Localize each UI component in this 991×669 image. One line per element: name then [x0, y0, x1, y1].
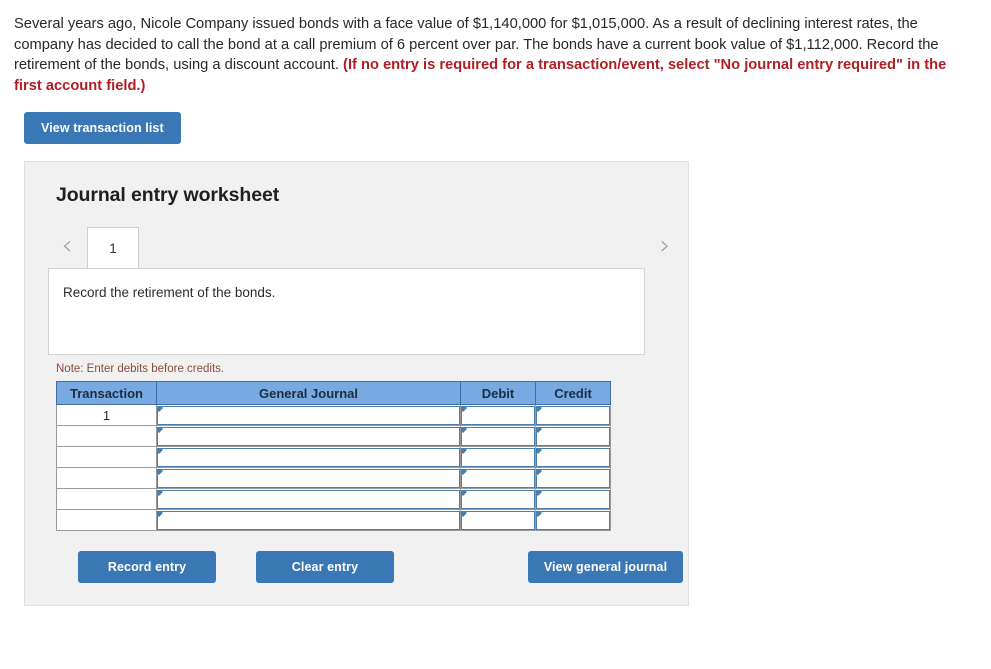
transaction-number-cell [56, 509, 157, 531]
debit-cell[interactable] [460, 488, 536, 510]
credit-cell[interactable] [535, 425, 611, 447]
column-header-general-journal: General Journal [156, 381, 461, 405]
clear-entry-button[interactable]: Clear entry [256, 551, 394, 583]
general-journal-input[interactable] [157, 489, 460, 509]
panel-title: Journal entry worksheet [56, 184, 280, 206]
credit-input[interactable] [536, 510, 610, 530]
debit-cell[interactable] [460, 425, 536, 447]
credit-cell[interactable] [535, 509, 611, 531]
table-row [56, 446, 611, 468]
transaction-number-cell [56, 446, 157, 468]
debit-input[interactable] [461, 447, 535, 467]
column-header-transaction: Transaction [56, 381, 157, 405]
table-row [56, 488, 611, 510]
journal-entry-table: Transaction General Journal Debit Credit… [56, 381, 611, 531]
worksheet-description-box: Record the retirement of the bonds. [48, 268, 645, 355]
credit-input[interactable] [536, 426, 610, 446]
table-row: 1 [56, 404, 611, 426]
view-general-journal-button[interactable]: View general journal [528, 551, 683, 583]
transaction-number-cell [56, 425, 157, 447]
worksheet-tab-strip: ‹ 1 › [56, 227, 676, 268]
credit-input[interactable] [536, 405, 610, 425]
transaction-number-cell: 1 [56, 404, 157, 426]
general-journal-cell[interactable] [156, 488, 461, 510]
transaction-number-cell [56, 467, 157, 489]
credit-input[interactable] [536, 468, 610, 488]
credit-cell[interactable] [535, 488, 611, 510]
credit-cell[interactable] [535, 467, 611, 489]
question-prompt: Several years ago, Nicole Company issued… [0, 0, 975, 96]
debit-input[interactable] [461, 489, 535, 509]
credit-cell[interactable] [535, 446, 611, 468]
general-journal-cell[interactable] [156, 509, 461, 531]
table-row [56, 509, 611, 531]
table-header-row: Transaction General Journal Debit Credit [56, 381, 611, 405]
chevron-left-icon[interactable]: ‹ [56, 232, 78, 262]
debits-before-credits-note: Note: Enter debits before credits. [56, 363, 225, 375]
debit-cell[interactable] [460, 404, 536, 426]
general-journal-input[interactable] [157, 405, 460, 425]
debit-cell[interactable] [460, 446, 536, 468]
chevron-right-icon[interactable]: › [654, 232, 676, 262]
debit-cell[interactable] [460, 467, 536, 489]
general-journal-cell[interactable] [156, 467, 461, 489]
column-header-credit: Credit [535, 381, 611, 405]
journal-entry-worksheet-panel: Journal entry worksheet ‹ 1 › Record the… [24, 161, 689, 606]
debit-input[interactable] [461, 510, 535, 530]
view-transaction-list-button[interactable]: View transaction list [24, 112, 181, 144]
table-row [56, 467, 611, 489]
credit-input[interactable] [536, 489, 610, 509]
general-journal-input[interactable] [157, 468, 460, 488]
general-journal-input[interactable] [157, 447, 460, 467]
debit-input[interactable] [461, 426, 535, 446]
general-journal-input[interactable] [157, 510, 460, 530]
general-journal-cell[interactable] [156, 446, 461, 468]
record-entry-button[interactable]: Record entry [78, 551, 216, 583]
credit-input[interactable] [536, 447, 610, 467]
credit-cell[interactable] [535, 404, 611, 426]
general-journal-input[interactable] [157, 426, 460, 446]
debit-input[interactable] [461, 405, 535, 425]
table-row [56, 425, 611, 447]
worksheet-tab-1[interactable]: 1 [87, 227, 139, 268]
general-journal-cell[interactable] [156, 425, 461, 447]
worksheet-actions: Record entry Clear entry View general jo… [56, 551, 683, 583]
transaction-number-cell [56, 488, 157, 510]
toolbar: View transaction list [0, 96, 991, 144]
debit-input[interactable] [461, 468, 535, 488]
column-header-debit: Debit [460, 381, 536, 405]
worksheet-description-text: Record the retirement of the bonds. [63, 285, 276, 300]
debit-cell[interactable] [460, 509, 536, 531]
general-journal-cell[interactable] [156, 404, 461, 426]
